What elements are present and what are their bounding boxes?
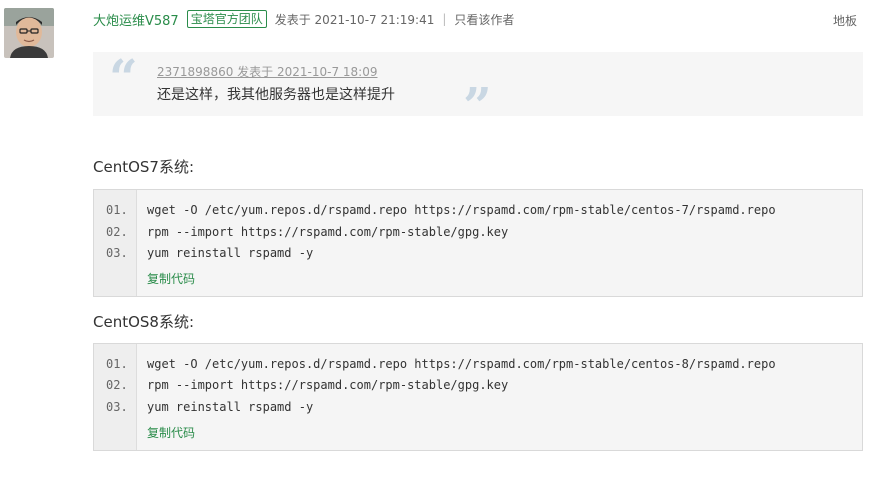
code-text: rpm --import https://rspamd.com/rpm-stab… [147, 225, 509, 239]
section-title-centos8: CentOS8系统: [93, 313, 195, 331]
code-block-centos7: 01. wget -O /etc/yum.repos.d/rspamd.repo… [93, 189, 863, 297]
copy-code-button[interactable]: 复制代码 [147, 270, 195, 287]
code-text: yum reinstall rspamd -y [147, 400, 314, 414]
quote-text: 还是这样，我其他服务器也是这样提升 [157, 87, 395, 103]
code-text: wget -O /etc/yum.repos.d/rspamd.repo htt… [147, 203, 776, 217]
line-number: 03. [106, 246, 128, 260]
quote-open-icon: “ [109, 48, 138, 107]
code-block-centos8: 01. wget -O /etc/yum.repos.d/rspamd.repo… [93, 343, 863, 451]
post-meta: 大炮运维V587 宝塔官方团队 发表于 2021-10-7 21:19:41 |… [93, 0, 863, 38]
line-number: 01. [106, 357, 128, 371]
team-badge: 宝塔官方团队 [186, 10, 267, 28]
quote-close-icon: ” [463, 76, 492, 135]
quote-block: “ 2371898860 发表于 2021-10-7 18:09 还是这样，我其… [93, 48, 863, 135]
code-text: yum reinstall rspamd -y [147, 246, 314, 260]
post: 大炮运维V587 宝塔官方团队 发表于 2021-10-7 21:19:41 |… [93, 0, 863, 451]
line-number: 03. [106, 400, 128, 414]
code-text: rpm --import https://rspamd.com/rpm-stab… [147, 378, 509, 392]
only-author-link[interactable]: 只看该作者 [454, 11, 514, 28]
line-number: 02. [106, 378, 128, 392]
avatar[interactable] [4, 8, 54, 58]
author-name[interactable]: 大炮运维V587 [93, 10, 179, 29]
code-text: wget -O /etc/yum.repos.d/rspamd.repo htt… [147, 357, 776, 371]
meta-separator: | [442, 12, 447, 26]
line-number: 02. [106, 225, 128, 239]
line-number: 01. [106, 203, 128, 217]
copy-code-button[interactable]: 复制代码 [147, 424, 195, 441]
quote-header-link[interactable]: 2371898860 发表于 2021-10-7 18:09 [157, 63, 377, 80]
publish-time: 发表于 2021-10-7 21:19:41 [274, 12, 435, 27]
section-title-centos7: CentOS7系统: [93, 158, 195, 176]
floor-number[interactable]: 地板 [833, 12, 857, 29]
